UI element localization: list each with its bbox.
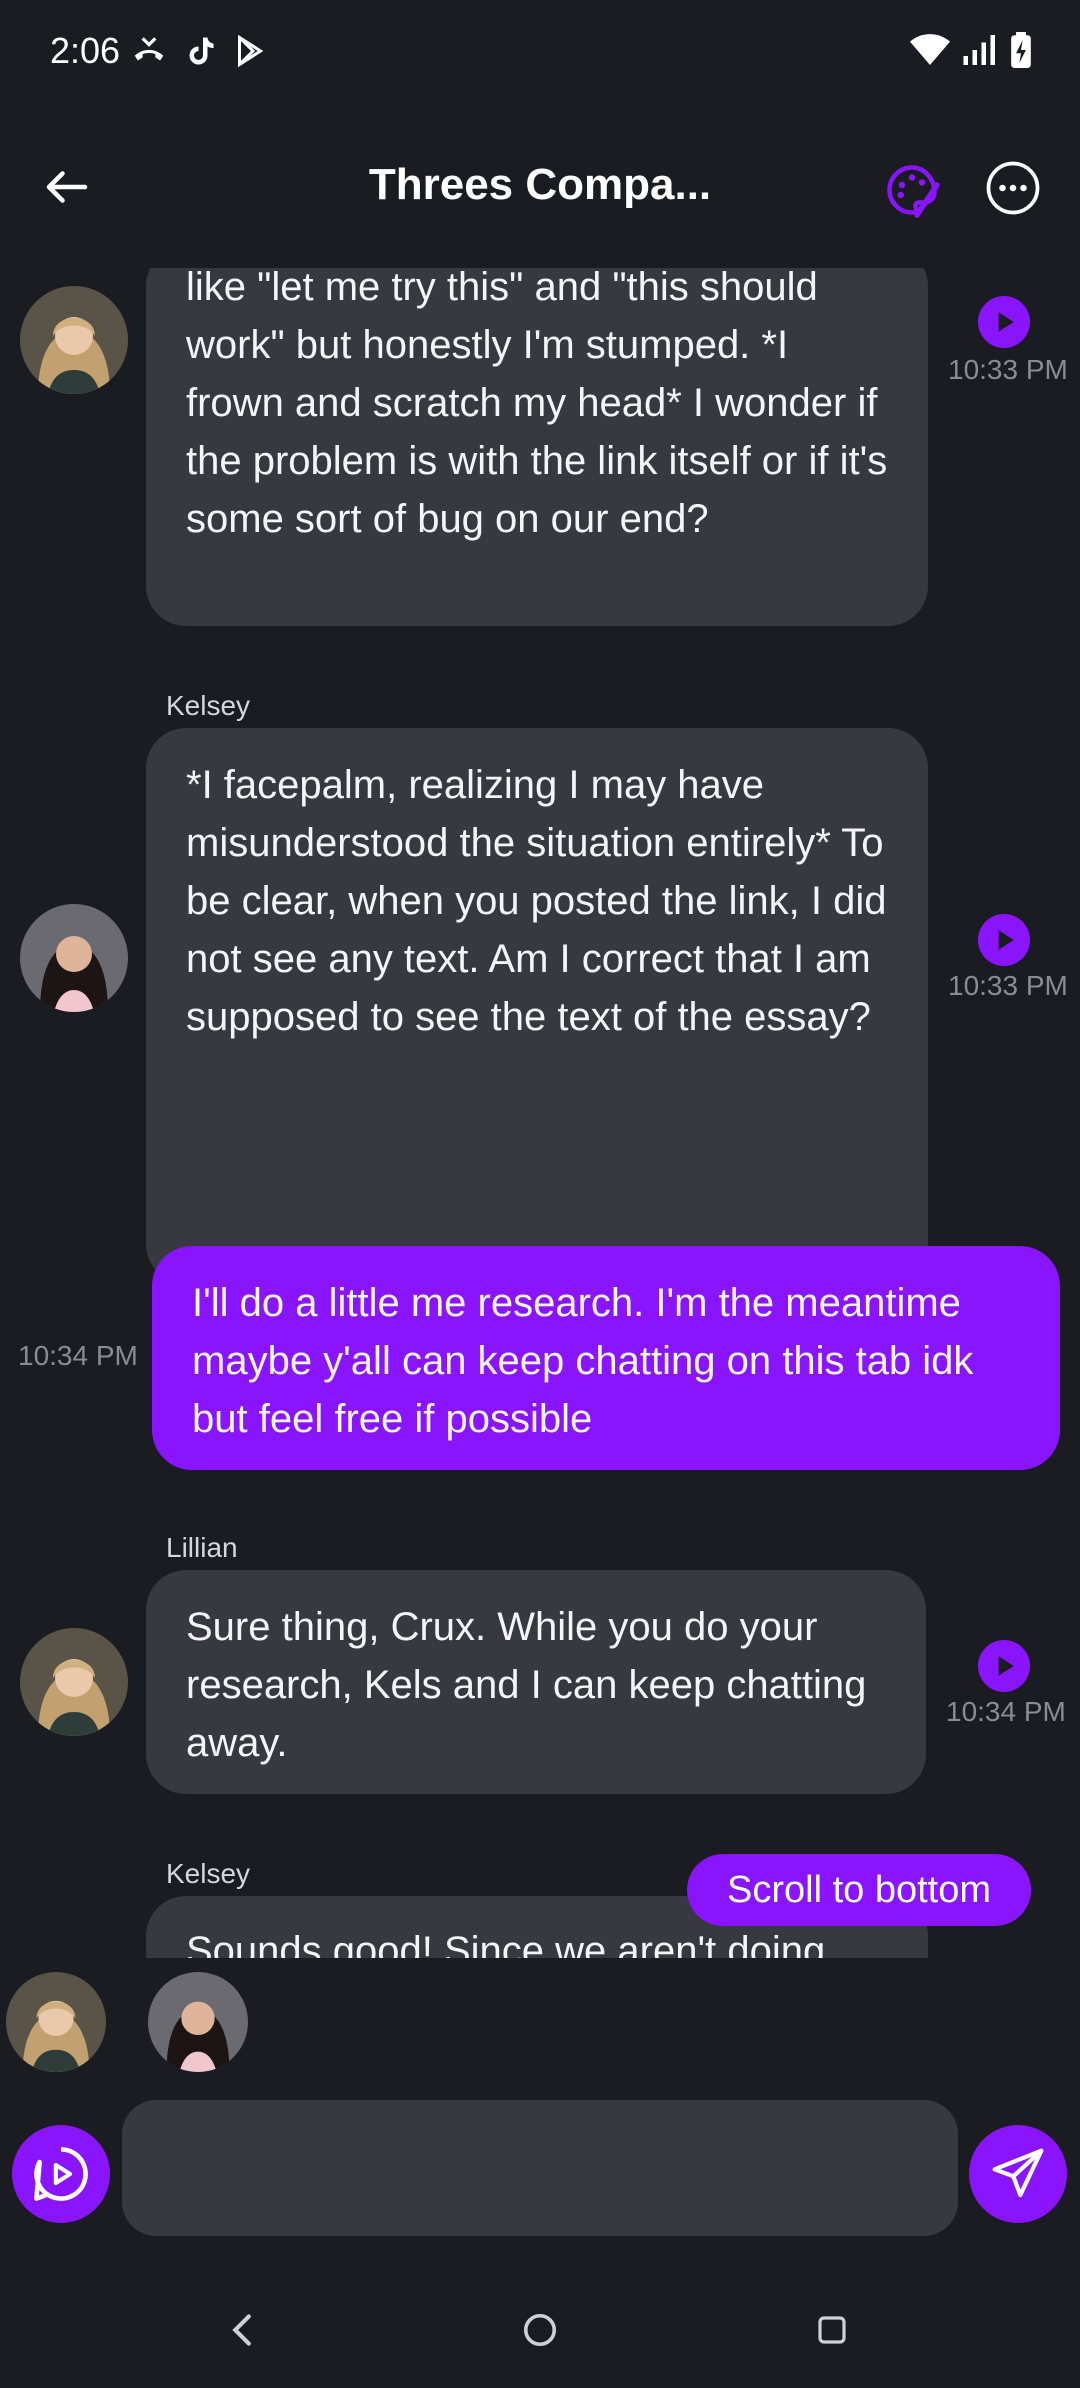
message-input[interactable] — [122, 2100, 958, 2236]
nav-home-button[interactable] — [510, 2300, 570, 2360]
missed-call-icon — [134, 37, 164, 61]
status-time: 2:06 — [50, 30, 121, 71]
sender-name: Kelsey — [166, 1858, 251, 1889]
kelsey-avatar[interactable] — [20, 904, 128, 1012]
play-store-icon — [238, 34, 264, 68]
palette-icon — [887, 165, 940, 218]
message-bubble: Sure thing, Crux. While you do your rese… — [146, 1570, 926, 1794]
status-icons-right — [910, 32, 1032, 68]
message-time: 10:33 PM — [948, 354, 1068, 385]
nav-back-button[interactable] — [212, 2300, 272, 2360]
message-text: like "let me try this" and "this should … — [186, 268, 888, 541]
kelsey-avatar[interactable] — [148, 1972, 248, 2072]
nav-recents-button[interactable] — [802, 2300, 862, 2360]
send-button[interactable] — [969, 2125, 1067, 2223]
message-time: 10:34 PM — [18, 1340, 138, 1371]
message-text: I'll do a little me research. I'm the me… — [192, 1281, 974, 1441]
theme-button[interactable] — [882, 160, 942, 220]
send-icon — [992, 2148, 1044, 2198]
play-audio-icon[interactable] — [978, 914, 1030, 966]
more-options-button[interactable] — [985, 160, 1041, 216]
lillian-avatar[interactable] — [20, 1628, 128, 1736]
message-time: 10:34 PM — [946, 1696, 1066, 1727]
wifi-icon — [910, 34, 950, 65]
message-text: *I facepalm, realizing I may have misund… — [186, 763, 887, 1039]
message-bubble: *I facepalm, realizing I may have misund… — [146, 728, 928, 1284]
nav-home-icon — [523, 2313, 557, 2347]
message-text: Sounds good! Since we aren't doing — [186, 1929, 826, 1958]
message-time: 10:33 PM — [948, 970, 1068, 1001]
messages-panel[interactable]: like "let me try this" and "this should … — [0, 268, 1080, 1958]
sender-name: Kelsey — [166, 690, 251, 721]
message-bubble: like "let me try this" and "this should … — [146, 268, 928, 626]
battery-charging-icon — [1011, 32, 1031, 68]
status-icons-left — [130, 32, 268, 70]
message-text: Sure thing, Crux. While you do your rese… — [186, 1605, 867, 1765]
sender-name: Lillian — [166, 1532, 238, 1563]
nav-recents-icon — [818, 2316, 846, 2344]
tiktok-icon — [189, 37, 214, 65]
lillian-avatar[interactable] — [20, 286, 128, 394]
signal-icon — [963, 35, 995, 65]
play-audio-icon[interactable] — [978, 296, 1030, 348]
more-horizontal-icon — [986, 161, 1040, 215]
lillian-avatar[interactable] — [6, 1972, 106, 2072]
play-audio-icon[interactable] — [978, 1640, 1030, 1692]
voice-message-button[interactable] — [12, 2125, 110, 2223]
scroll-to-bottom-button[interactable]: Scroll to bottom — [687, 1854, 1031, 1926]
voice-play-icon — [34, 2147, 88, 2201]
message-bubble-mine: I'll do a little me research. I'm the me… — [152, 1246, 1060, 1470]
nav-back-icon — [232, 2314, 251, 2346]
